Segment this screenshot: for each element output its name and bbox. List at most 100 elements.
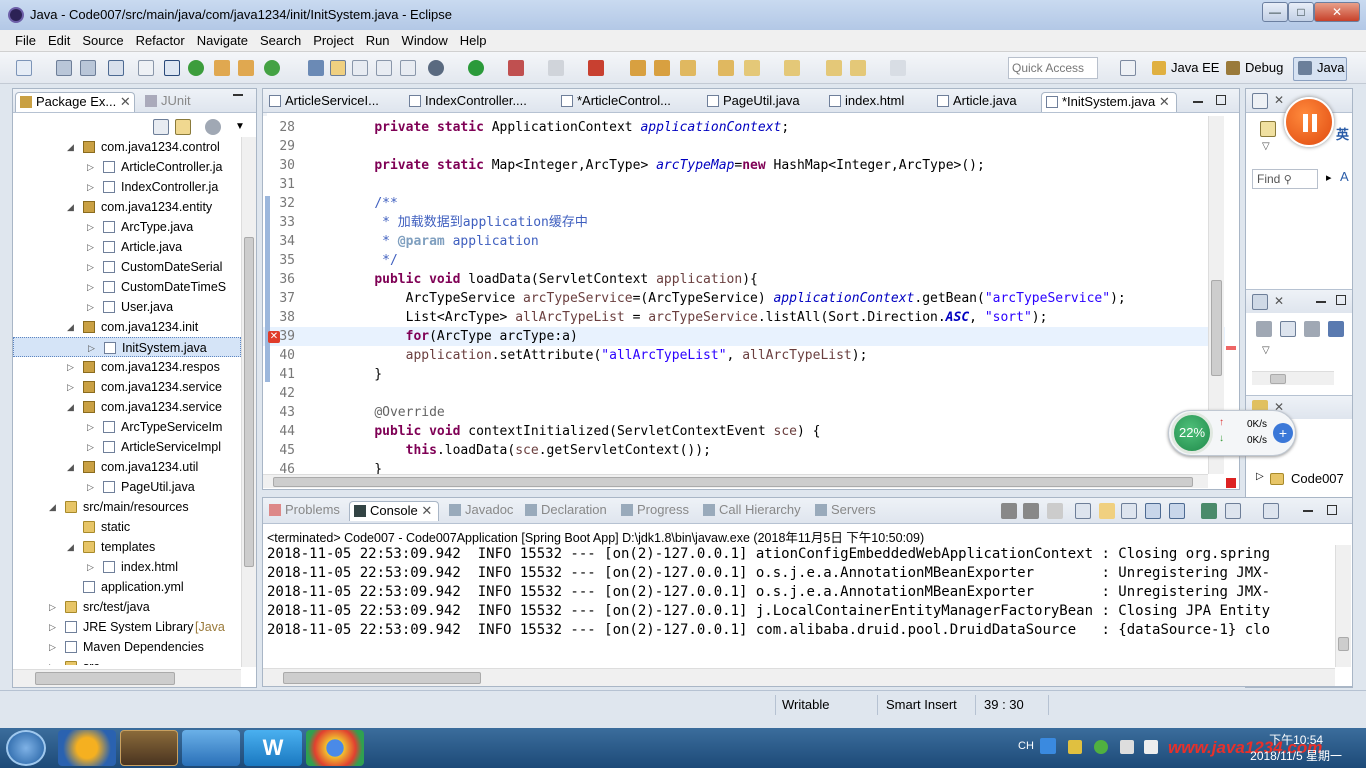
code-line[interactable]: 34 * @param application <box>263 232 1225 251</box>
tree-horizontal-scrollbar[interactable] <box>13 669 241 687</box>
outline-hscrollbar[interactable] <box>1252 371 1334 385</box>
code-line[interactable]: 32 /** <box>263 194 1225 213</box>
chrome-icon[interactable] <box>306 730 364 766</box>
tree-scroll-thumb[interactable] <box>244 237 254 567</box>
tab-articlecontroller[interactable]: *ArticleControl... <box>557 92 671 112</box>
collapse-icon[interactable]: ◢ <box>49 497 56 517</box>
menu-refactor[interactable]: Refactor <box>130 30 191 48</box>
build-all-icon[interactable] <box>238 60 254 76</box>
task-list-icon[interactable] <box>1252 93 1268 109</box>
tab-servers[interactable]: Servers <box>811 501 876 521</box>
error-marker-icon[interactable]: ✕ <box>268 331 280 343</box>
tab-initsystem[interactable]: *InitSystem.java ✕ <box>1041 92 1177 112</box>
eclipse-taskbar-icon[interactable] <box>120 730 178 766</box>
menu-search[interactable]: Search <box>254 30 307 48</box>
perspective-debug[interactable]: Debug <box>1245 60 1283 75</box>
menu-help[interactable]: Help <box>454 30 493 48</box>
console-output[interactable]: 2018-11-05 22:53:09.942 INFO 15532 --- [… <box>263 545 1348 667</box>
scroll-lock-icon[interactable] <box>1099 503 1115 519</box>
tree-item[interactable]: ▷ PageUtil.java <box>13 477 241 497</box>
code-line[interactable]: 35 */ <box>263 251 1225 270</box>
expand-icon[interactable]: ▷ <box>87 257 94 277</box>
build-icon[interactable] <box>214 60 230 76</box>
new-console-icon[interactable] <box>1263 503 1279 519</box>
collapse-icon[interactable]: ◢ <box>67 317 74 337</box>
tree-item[interactable]: ▷ Article.java <box>13 237 241 257</box>
remove-launch-icon[interactable] <box>1001 503 1017 519</box>
chevron-down-icon[interactable]: ▼ <box>235 121 245 132</box>
toggle-mark-icon[interactable] <box>138 60 154 76</box>
expand-icon[interactable]: ▷ <box>49 637 56 657</box>
save-icon[interactable] <box>56 60 72 76</box>
collapse-all-icon[interactable] <box>153 119 169 135</box>
code-line[interactable]: 33 * 加载数据到application缓存中 <box>263 213 1225 232</box>
code-line[interactable]: 30 private static Map<Integer,ArcType> a… <box>263 156 1225 175</box>
hide-nonpublic-icon[interactable] <box>1328 321 1344 337</box>
menu-project[interactable]: Project <box>307 30 359 48</box>
tree-item[interactable]: ▷ ArticleServiceImpl <box>13 437 241 457</box>
security-icon[interactable] <box>1094 740 1108 754</box>
quick-access-input[interactable]: Quick Access <box>1008 57 1098 79</box>
block-select-icon[interactable] <box>164 60 180 76</box>
expand-icon[interactable]: ▷ <box>87 437 94 457</box>
new-package-icon[interactable] <box>630 60 646 76</box>
open-perspective-icon[interactable] <box>1120 60 1136 76</box>
tree-item[interactable]: ◢ com.java1234.entity <box>13 197 241 217</box>
outline-item[interactable]: Code007 <box>1291 471 1344 486</box>
console-hscroll-thumb[interactable] <box>283 672 481 684</box>
code-line[interactable]: 31 <box>263 175 1225 194</box>
menu-run[interactable]: Run <box>360 30 396 48</box>
language-indicator[interactable]: CH <box>1018 740 1034 752</box>
outline-hscroll-thumb[interactable] <box>1270 374 1286 384</box>
code-line[interactable]: 46 } <box>263 460 1225 474</box>
code-line[interactable]: 41 } <box>263 365 1225 384</box>
filter-arrow-icon[interactable]: ▸ <box>1326 171 1332 184</box>
expand-icon[interactable]: ▷ <box>87 557 94 577</box>
block-icon[interactable] <box>376 60 392 76</box>
tree-item[interactable]: ▷ ArticleController.ja <box>13 157 241 177</box>
maximize-button[interactable]: □ <box>1288 2 1314 22</box>
link-editor-icon[interactable] <box>175 119 191 135</box>
tree-item[interactable]: ▷ CustomDateTimeS <box>13 277 241 297</box>
forward-history-icon[interactable] <box>850 60 866 76</box>
open-type-icon[interactable] <box>308 60 324 76</box>
close-icon[interactable]: ✕ <box>421 503 432 518</box>
collapse-icon[interactable]: ◢ <box>67 537 74 557</box>
expand-icon[interactable]: ▷ <box>87 177 94 197</box>
stop-icon[interactable] <box>548 60 564 76</box>
network-monitor-widget[interactable]: 22% ↑ 0K/s ↓ 0K/s + <box>1168 410 1296 456</box>
save-all-icon[interactable] <box>80 60 96 76</box>
start-button[interactable] <box>6 730 46 766</box>
tab-progress[interactable]: Progress <box>617 501 689 521</box>
remove-all-icon[interactable] <box>1023 503 1039 519</box>
maximize-view-icon[interactable] <box>1216 95 1226 105</box>
expand-icon[interactable]: ▷ <box>87 217 94 237</box>
expand-icon[interactable]: ▷ <box>67 357 74 377</box>
ime-icon[interactable] <box>1040 738 1056 754</box>
tab-call-hierarchy[interactable]: Call Hierarchy <box>699 501 801 521</box>
tree-hscroll-thumb[interactable] <box>35 672 175 685</box>
tray-icon[interactable] <box>1120 740 1134 754</box>
tree-vertical-scrollbar[interactable] <box>241 137 256 667</box>
tree-item[interactable]: ▷ index.html <box>13 557 241 577</box>
menu-file[interactable]: File <box>9 30 42 48</box>
minimize-view-icon[interactable] <box>1316 301 1326 303</box>
close-icon[interactable]: ✕ <box>1159 94 1170 109</box>
editor-hscroll-thumb[interactable] <box>273 477 1193 487</box>
perspective-java[interactable]: Java <box>1317 60 1344 75</box>
plus-icon[interactable]: + <box>1273 423 1293 443</box>
tree-item[interactable]: ◢ com.java1234.util <box>13 457 241 477</box>
view-menu-icon[interactable] <box>205 119 221 135</box>
expand-icon[interactable]: ▷ <box>67 377 74 397</box>
tool-icon[interactable] <box>680 60 696 76</box>
open-task-icon[interactable] <box>718 60 734 76</box>
refresh-icon[interactable] <box>188 60 204 76</box>
tree-item[interactable]: ▷ InitSystem.java <box>13 337 241 357</box>
code-line[interactable]: 29 <box>263 137 1225 156</box>
perspective-java-ee[interactable]: Java EE <box>1171 60 1219 75</box>
code-line[interactable]: 37 ArcTypeService arcTypeService=(ArcTyp… <box>263 289 1225 308</box>
external-tools-icon[interactable] <box>588 60 604 76</box>
word-wrap-icon[interactable] <box>1121 503 1137 519</box>
tree-item[interactable]: ◢ com.java1234.service <box>13 397 241 417</box>
tab-article[interactable]: Article.java <box>933 92 1017 112</box>
